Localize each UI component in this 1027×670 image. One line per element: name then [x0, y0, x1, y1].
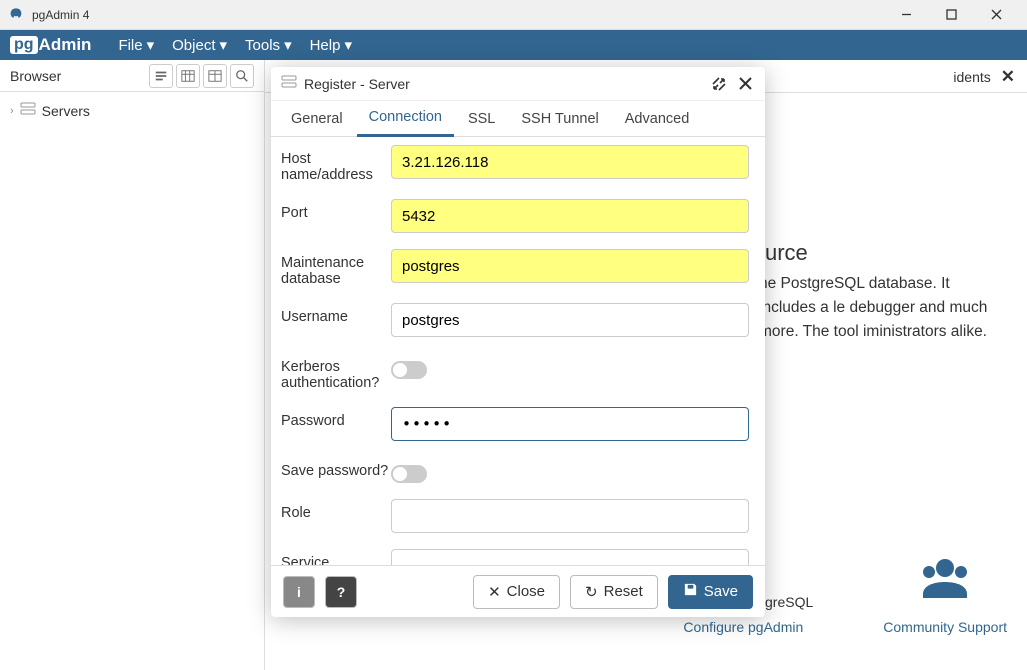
chevron-down-icon: ▾ [344, 36, 352, 54]
label-save-password: Save password? [281, 457, 391, 479]
menubar: pgAdmin File▾ Object▾ Tools▾ Help▾ [0, 30, 1027, 60]
menu-object[interactable]: Object▾ [163, 32, 236, 58]
menu-help[interactable]: Help▾ [301, 32, 361, 58]
tab-ssh-tunnel[interactable]: SSH Tunnel [509, 102, 610, 136]
label-maintenance-db: Maintenance database [281, 249, 391, 287]
chevron-down-icon: ▾ [220, 36, 228, 54]
users-icon [917, 552, 973, 611]
minimize-button[interactable] [884, 0, 929, 30]
label-kerberos: Kerberos authentication? [281, 353, 391, 391]
maintenance-db-input[interactable] [391, 249, 749, 283]
menu-tools[interactable]: Tools▾ [236, 32, 301, 58]
dialog-tabs: General Connection SSL SSH Tunnel Advanc… [271, 101, 765, 137]
label-role: Role [281, 499, 391, 521]
dialog-title: Register - Server [304, 76, 703, 92]
dialog-expand-button[interactable] [709, 74, 729, 94]
label-port: Port [281, 199, 391, 221]
tree-node-servers[interactable]: › Servers [10, 100, 254, 121]
app-logo: pgAdmin [10, 35, 91, 55]
chevron-right-icon: › [10, 105, 14, 117]
card-community-support[interactable]: Community Support [883, 552, 1007, 635]
query-tool-button[interactable] [149, 64, 173, 88]
view-data-button[interactable] [176, 64, 200, 88]
register-server-dialog: Register - Server General Connection SSL… [271, 67, 765, 617]
window-close-button[interactable] [974, 0, 1019, 30]
label-host: Host name/address [281, 145, 391, 183]
postgresql-card-fragment: greSQL [765, 594, 813, 610]
dialog-close-button[interactable] [735, 74, 755, 94]
info-button[interactable]: i [283, 576, 315, 608]
close-button[interactable]: ✕ Close [473, 575, 560, 609]
kerberos-toggle[interactable] [391, 361, 427, 379]
label-password: Password [281, 407, 391, 429]
tab-advanced[interactable]: Advanced [613, 102, 702, 136]
help-button[interactable]: ? [325, 576, 357, 608]
username-input[interactable] [391, 303, 749, 337]
menu-file[interactable]: File▾ [109, 32, 163, 58]
close-icon: ✕ [488, 583, 501, 601]
search-objects-button[interactable] [230, 64, 254, 88]
tree-node-label: Servers [42, 103, 90, 119]
browser-label: Browser [10, 68, 146, 84]
chevron-down-icon: ▾ [284, 36, 292, 54]
welcome-desc-fragment: he PostgreSQL database. It includes a le… [759, 272, 1009, 344]
label-username: Username [281, 303, 391, 325]
window-titlebar: pgAdmin 4 [0, 0, 1027, 30]
save-icon [683, 582, 698, 601]
reset-icon: ↻ [585, 583, 598, 601]
welcome-heading-fragment: urce [765, 240, 808, 266]
server-icon [281, 75, 297, 92]
tab-close-button[interactable]: ✕ [1001, 67, 1015, 87]
reset-button[interactable]: ↻ Reset [570, 575, 658, 609]
save-button[interactable]: Save [668, 575, 753, 609]
window-title: pgAdmin 4 [32, 8, 884, 22]
service-input[interactable] [391, 549, 749, 565]
save-password-toggle[interactable] [391, 465, 427, 483]
password-input[interactable] [391, 407, 749, 441]
host-input[interactable] [391, 145, 749, 179]
browser-sidebar: Browser › Servers [0, 60, 265, 670]
port-input[interactable] [391, 199, 749, 233]
tab-connection[interactable]: Connection [357, 100, 454, 137]
chevron-down-icon: ▾ [147, 36, 155, 54]
tab-ssl[interactable]: SSL [456, 102, 507, 136]
app-icon [8, 7, 24, 23]
tab-general[interactable]: General [279, 102, 355, 136]
server-group-icon [20, 102, 36, 119]
role-input[interactable] [391, 499, 749, 533]
label-service: Service [281, 549, 391, 565]
filter-rows-button[interactable] [203, 64, 227, 88]
maximize-button[interactable] [929, 0, 974, 30]
